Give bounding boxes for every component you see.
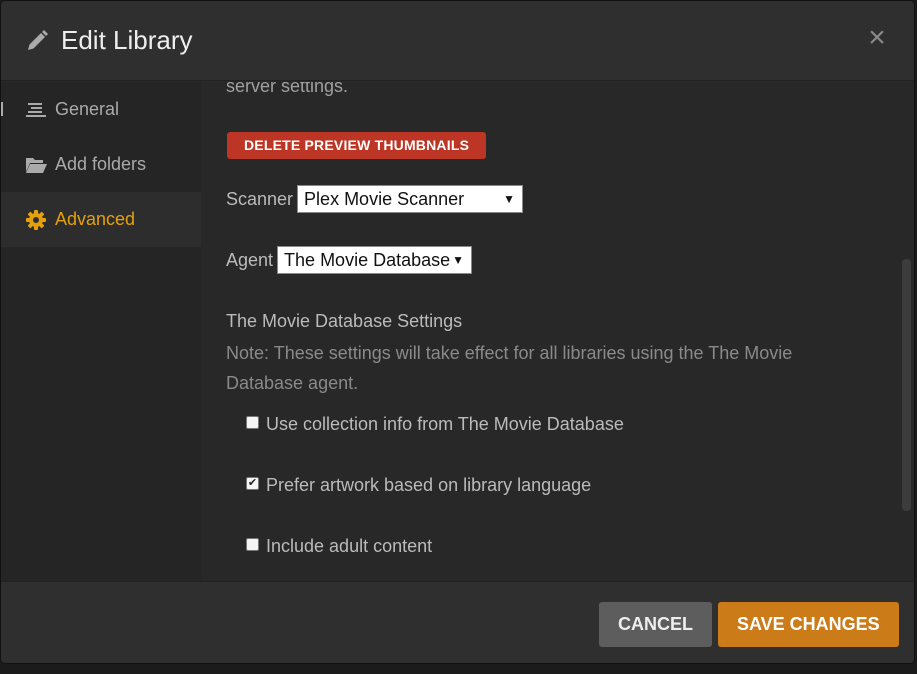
agent-label: Agent (226, 249, 274, 270)
sidebar-item-label: Advanced (55, 209, 136, 229)
agent-selected-value: The Movie Database (284, 250, 451, 270)
dialog-title: Edit Library (61, 25, 193, 55)
prefer-artwork-checkbox[interactable]: ✔ (246, 477, 259, 490)
close-icon[interactable]: × (864, 23, 890, 53)
adult-content-checkbox[interactable] (246, 538, 259, 551)
sidebar-item-add-folders[interactable]: Add folders (1, 137, 201, 192)
scanner-row: Scanner Plex Movie Scanner ▼ (226, 185, 524, 213)
sidebar-item-label: Add folders (55, 154, 147, 174)
sidebar-nav: General Add folders Advanced (1, 82, 201, 581)
scanner-label: Scanner (226, 188, 294, 209)
intro-text: server settings. (226, 82, 349, 96)
agent-settings-title: The Movie Database Settings (226, 311, 463, 331)
scanner-selected-value: Plex Movie Scanner (304, 189, 465, 209)
option-adult-content[interactable]: Include adult content (246, 536, 432, 557)
advanced-settings-panel: server settings. DELETE PREVIEW THUMBNAI… (201, 82, 914, 581)
dialog-footer: CANCEL SAVE CHANGES (1, 581, 914, 663)
dropdown-caret-icon: ▼ (452, 253, 465, 267)
content-scrollbar[interactable] (902, 259, 911, 511)
save-changes-button[interactable]: SAVE CHANGES (718, 602, 899, 647)
agent-row: Agent The Movie Database ▼ (226, 246, 473, 274)
lines-icon (25, 99, 47, 121)
folder-icon (25, 154, 47, 176)
agent-settings-note: Note: These settings will take effect fo… (226, 343, 793, 393)
dropdown-caret-icon: ▼ (503, 192, 516, 206)
option-label: Use collection info from The Movie Datab… (266, 414, 624, 434)
delete-preview-thumbnails-button[interactable]: DELETE PREVIEW THUMBNAILS (227, 132, 487, 159)
sidebar-item-advanced[interactable]: Advanced (1, 192, 201, 247)
option-label: Include adult content (266, 536, 433, 556)
dialog-header: Edit Library × (1, 1, 914, 81)
agent-select[interactable]: The Movie Database ▼ (277, 246, 473, 274)
sidebar-item-general[interactable]: General (1, 82, 201, 137)
gear-icon (25, 209, 47, 231)
pencil-icon (25, 29, 49, 53)
sidebar-item-label: General (55, 99, 120, 119)
option-prefer-artwork[interactable]: ✔ Prefer artwork based on library langua… (246, 475, 591, 496)
collection-info-checkbox[interactable] (246, 416, 259, 429)
cancel-button[interactable]: CANCEL (599, 602, 712, 647)
scanner-select[interactable]: Plex Movie Scanner ▼ (297, 185, 524, 213)
edit-library-dialog: Edit Library × General Add folders Advan… (1, 1, 914, 663)
option-collection-info[interactable]: Use collection info from The Movie Datab… (246, 414, 624, 435)
option-label: Prefer artwork based on library language (266, 475, 592, 495)
